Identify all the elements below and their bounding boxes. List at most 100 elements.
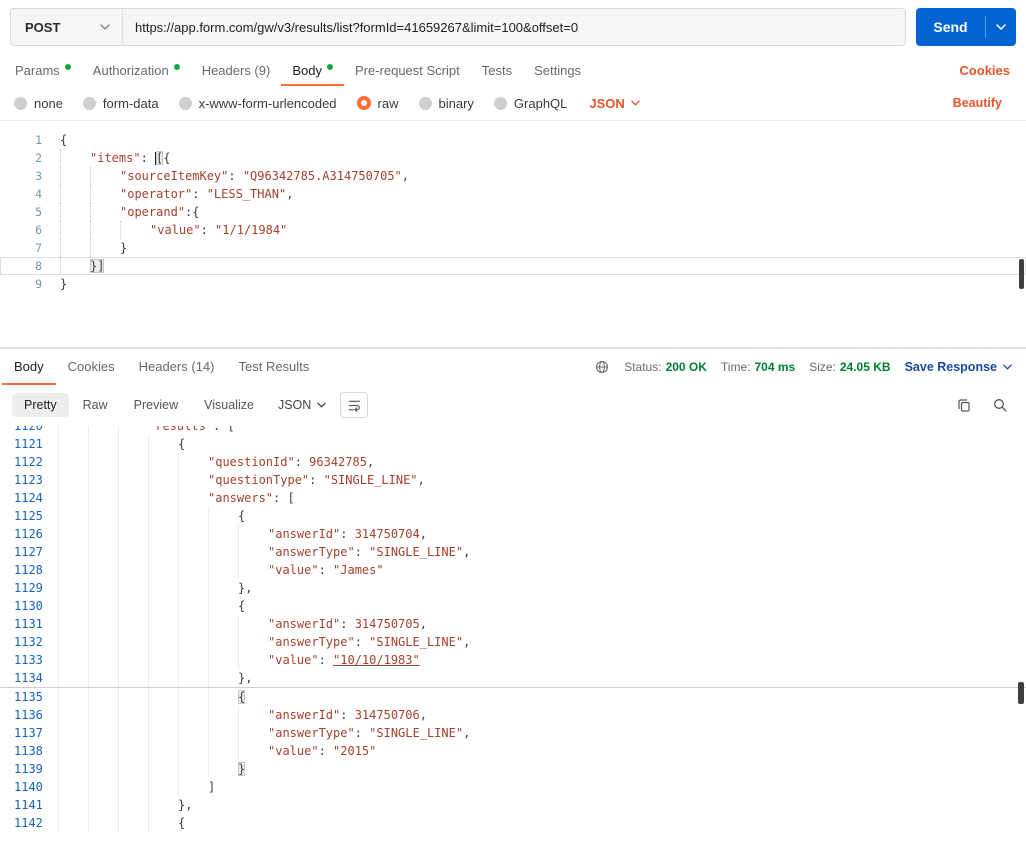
indent-guide bbox=[118, 453, 148, 471]
indent-guide bbox=[58, 453, 88, 471]
indent-guide bbox=[60, 221, 90, 239]
code-line-1142: 1142 { bbox=[0, 814, 1026, 832]
scrollbar-thumb[interactable] bbox=[1018, 682, 1024, 704]
code-line-1135: 1135 { bbox=[0, 687, 1026, 706]
indent-guide bbox=[60, 149, 90, 167]
body-type-option-graphql[interactable]: GraphQL bbox=[493, 96, 567, 111]
indent-guide bbox=[58, 724, 88, 742]
method-url-group: POST bbox=[10, 8, 906, 46]
green-dot-icon bbox=[173, 63, 180, 70]
code-text: "answerId": 314750704, bbox=[58, 525, 1026, 543]
indent-guide bbox=[118, 760, 148, 778]
code-line-4: 4 "operator": "LESS_THAN", bbox=[0, 185, 1026, 203]
indent-guide bbox=[88, 615, 118, 633]
request-body-editor[interactable]: 1{2 "items": [{3 "sourceItemKey": "Q963427… bbox=[0, 120, 1026, 348]
indent-guide bbox=[58, 543, 88, 561]
indent-guide bbox=[58, 597, 88, 615]
indent-guide bbox=[148, 471, 178, 489]
indent-guide bbox=[148, 778, 178, 796]
line-number: 1136 bbox=[14, 708, 43, 722]
indent-guide bbox=[88, 633, 118, 651]
indent-guide bbox=[178, 760, 208, 778]
line-number: 1120 bbox=[14, 426, 43, 433]
network-info-icon[interactable] bbox=[594, 359, 610, 375]
indent-guide bbox=[208, 724, 238, 742]
beautify-link[interactable]: Beautify bbox=[953, 96, 1012, 110]
indent-guide bbox=[208, 507, 238, 525]
indent-guide bbox=[58, 435, 88, 453]
body-type-option-form-data[interactable]: form-data bbox=[82, 96, 159, 111]
line-number: 1128 bbox=[14, 563, 43, 577]
body-type-option-binary[interactable]: binary bbox=[418, 96, 474, 111]
request-tab-pre-request-script[interactable]: Pre-request Script bbox=[344, 54, 471, 86]
view-tab-raw[interactable]: Raw bbox=[71, 393, 120, 417]
code-line-1124: 1124 "answers": [ bbox=[0, 489, 1026, 507]
send-button[interactable]: Send bbox=[916, 8, 1016, 46]
line-number: 1139 bbox=[14, 762, 43, 776]
body-type-option-none[interactable]: none bbox=[14, 96, 63, 111]
indent-guide bbox=[178, 507, 208, 525]
green-dot-icon bbox=[64, 63, 71, 70]
indent-guide bbox=[88, 651, 118, 669]
request-tab-headers-9[interactable]: Headers (9) bbox=[191, 54, 282, 86]
copy-button[interactable] bbox=[956, 397, 972, 413]
indent-guide bbox=[178, 651, 208, 669]
indent-guide bbox=[118, 471, 148, 489]
code-line-1121: 1121 { bbox=[0, 435, 1026, 453]
radio-icon bbox=[418, 96, 432, 110]
request-tab-body[interactable]: Body bbox=[281, 54, 344, 86]
wrap-text-button[interactable] bbox=[340, 392, 369, 418]
response-tab-cookies[interactable]: Cookies bbox=[56, 349, 127, 385]
indent-guide bbox=[58, 507, 88, 525]
response-tabs: Body Cookies Headers (14) Test Results bbox=[2, 349, 321, 384]
request-tab-authorization[interactable]: Authorization bbox=[82, 54, 191, 86]
indent-guide bbox=[178, 597, 208, 615]
indent-guide bbox=[148, 453, 178, 471]
indent-guide bbox=[208, 561, 238, 579]
cookies-link[interactable]: Cookies bbox=[959, 63, 1022, 78]
send-options-button[interactable] bbox=[986, 24, 1016, 30]
api-client-window: POST Send Params Authorization Headers (9)… bbox=[0, 0, 1026, 842]
indent-guide bbox=[88, 688, 118, 706]
code-line-1137: 1137 "answerType": "SINGLE_LINE", bbox=[0, 724, 1026, 742]
response-body-viewer[interactable]: 1120 "results": [1121 {1122 "questionId": 9… bbox=[0, 426, 1026, 840]
code-line-8: 8}] bbox=[0, 257, 1026, 275]
line-number: 3 bbox=[35, 169, 42, 183]
request-tab-params[interactable]: Params bbox=[4, 54, 82, 86]
body-type-option-raw[interactable]: raw bbox=[356, 96, 399, 111]
response-tab-body[interactable]: Body bbox=[2, 349, 56, 385]
indent-guide bbox=[118, 579, 148, 597]
view-tab-pretty[interactable]: Pretty bbox=[12, 393, 69, 417]
green-dot-icon bbox=[326, 63, 333, 70]
request-tab-settings[interactable]: Settings bbox=[523, 54, 592, 86]
code-line-1136: 1136 "answerId": 314750706, bbox=[0, 706, 1026, 724]
url-input[interactable] bbox=[123, 19, 905, 35]
body-format-select[interactable]: JSON bbox=[589, 96, 640, 111]
scrollbar-thumb[interactable] bbox=[1019, 259, 1024, 289]
request-tab-tests[interactable]: Tests bbox=[471, 54, 523, 86]
indent-guide bbox=[90, 203, 120, 221]
line-number: 1132 bbox=[14, 635, 43, 649]
method-selector[interactable]: POST bbox=[11, 9, 123, 45]
indent-guide bbox=[178, 633, 208, 651]
response-tab-test-results[interactable]: Test Results bbox=[226, 349, 321, 385]
code-text: "value": "10/10/1983" bbox=[58, 651, 1026, 669]
indent-guide bbox=[238, 724, 268, 742]
indent-guide bbox=[208, 525, 238, 543]
search-button[interactable] bbox=[992, 397, 1008, 413]
code-text: "answers": [ bbox=[58, 489, 1026, 507]
indent-guide bbox=[88, 597, 118, 615]
response-meta: Status: 200 OK Time: 704 ms Size: 24.05 … bbox=[594, 359, 1024, 375]
indent-guide bbox=[88, 507, 118, 525]
body-type-option-x-www-form-urlencoded[interactable]: x-www-form-urlencoded bbox=[178, 96, 337, 111]
line-number: 1 bbox=[35, 133, 42, 147]
view-tab-preview[interactable]: Preview bbox=[122, 393, 190, 417]
indent-guide bbox=[238, 651, 268, 669]
response-format-select[interactable]: JSON bbox=[278, 398, 327, 412]
view-tab-visualize[interactable]: Visualize bbox=[192, 393, 266, 417]
code-line-1132: 1132 "answerType": "SINGLE_LINE", bbox=[0, 633, 1026, 651]
code-line-3: 3 "sourceItemKey": "Q96342785.A314750705"… bbox=[0, 167, 1026, 185]
code-text: "answerType": "SINGLE_LINE", bbox=[58, 543, 1026, 561]
response-tab-headers-14[interactable]: Headers (14) bbox=[127, 349, 227, 385]
save-response-button[interactable]: Save Response bbox=[905, 360, 1012, 374]
